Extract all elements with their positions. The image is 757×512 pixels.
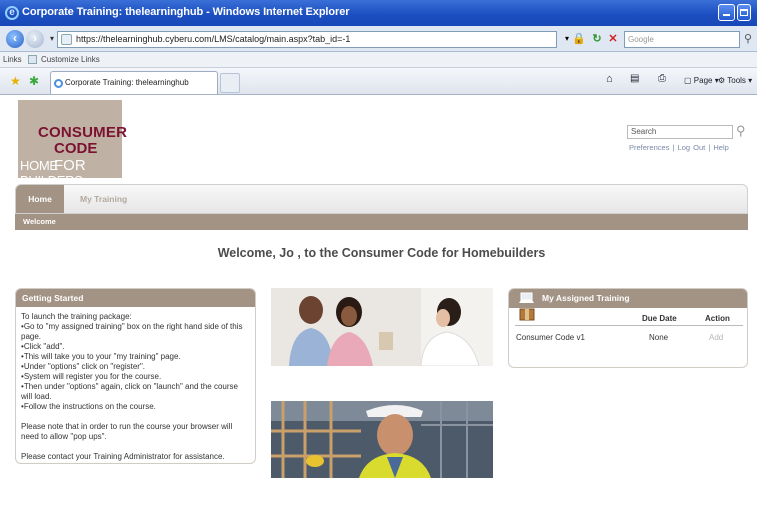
site-search-input[interactable]: Search: [627, 125, 733, 139]
utility-links: Preferences | Log Out | Help: [629, 143, 729, 152]
forward-button[interactable]: ›: [26, 30, 44, 48]
gs-step: System will register you for the course.: [21, 372, 251, 382]
gs-intro: To launch the training package:: [21, 312, 132, 321]
tabs-bar: ★ ✱ Corporate Training: thelearninghub ⌂…: [0, 68, 757, 95]
consumer-code-logo[interactable]: CONSUMER CODE FOR HOME BUILDERS: [18, 100, 127, 188]
table-divider: [515, 325, 743, 326]
assigned-training-title: My Assigned Training: [542, 293, 630, 303]
people-photo: [271, 288, 493, 366]
links-label: Links: [3, 55, 22, 64]
package-icon: [519, 308, 535, 321]
assigned-training-panel: My Assigned Training Due Date Action Con…: [508, 288, 748, 368]
ie-logo-icon: e: [5, 6, 19, 20]
customize-links[interactable]: Customize Links: [41, 52, 100, 67]
window-titlebar: e Corporate Training: thelearninghub - W…: [0, 0, 757, 26]
col-due-date: Due Date: [642, 314, 677, 323]
favorites-star-icon[interactable]: ★: [10, 74, 21, 88]
preferences-link[interactable]: Preferences: [629, 143, 669, 152]
laptop-icon: [519, 292, 534, 303]
site-search-icon[interactable]: ⚲: [736, 123, 746, 139]
new-tab-button[interactable]: [220, 73, 240, 93]
gs-step: This will take you to your "my training"…: [21, 352, 251, 362]
page-menu[interactable]: ▢ Page ▾: [684, 76, 719, 85]
gs-step: Under "options" click on "register".: [21, 362, 251, 372]
links-bar: Links Customize Links: [0, 52, 757, 68]
url-input[interactable]: https://thelearninghub.cyberu.com/LMS/ca…: [57, 31, 557, 48]
add-favorite-icon[interactable]: ✱: [29, 74, 39, 88]
browser-tab[interactable]: Corporate Training: thelearninghub: [50, 71, 218, 94]
tab-home[interactable]: Home: [16, 185, 64, 213]
builder-photo: [271, 401, 493, 478]
minimize-button[interactable]: [718, 4, 735, 21]
main-nav: Home My Training: [15, 184, 748, 214]
welcome-heading: Welcome, Jo , to the Consumer Code for H…: [217, 246, 546, 260]
getting-started-body: To launch the training package: Go to "m…: [16, 307, 255, 462]
add-course-button[interactable]: Add: [709, 333, 723, 342]
feeds-icon[interactable]: ▤: [630, 73, 639, 84]
browser-search-icon[interactable]: ⚲: [744, 32, 752, 45]
course-due: None: [649, 333, 669, 342]
refresh-icon[interactable]: ↻: [590, 32, 604, 46]
page-icon: [61, 34, 72, 45]
print-icon[interactable]: ⎙: [658, 73, 666, 84]
help-link[interactable]: Help: [713, 143, 728, 152]
gs-step: Follow the instructions on the course.: [21, 402, 251, 412]
stop-icon[interactable]: ✕: [606, 32, 620, 46]
browser-search-input[interactable]: Google: [624, 31, 740, 48]
getting-started-panel: Getting Started To launch the training p…: [15, 288, 256, 464]
course-name: Consumer Code v1: [516, 333, 585, 342]
lock-icon[interactable]: 🔒: [572, 32, 586, 46]
assigned-training-header: My Assigned Training: [509, 289, 747, 308]
gs-step: Then under "options" again, click on "la…: [21, 382, 251, 402]
url-text: https://thelearninghub.cyberu.com/LMS/ca…: [76, 34, 351, 44]
browser-tab-label: Corporate Training: thelearninghub: [65, 78, 189, 87]
gs-step: Click "add".: [21, 342, 251, 352]
gs-contact: Please contact your Training Administrat…: [21, 452, 225, 461]
tab-my-training[interactable]: My Training: [80, 185, 127, 213]
logo-line1: CONSUMER: [38, 124, 128, 141]
maximize-button[interactable]: [737, 4, 751, 21]
gs-step: Go to "my assigned training" box on the …: [21, 322, 251, 342]
link-page-icon: [28, 55, 37, 64]
tab-ie-icon: [54, 79, 63, 88]
back-button[interactable]: ‹: [6, 30, 24, 48]
home-icon[interactable]: ⌂: [606, 73, 613, 85]
address-bar: ‹ › ▾ https://thelearninghub.cyberu.com/…: [0, 26, 757, 52]
gs-note: Please note that in order to run the cou…: [21, 422, 233, 441]
page-content: CONSUMER CODE FOR HOME BUILDERS Search ⚲…: [0, 96, 757, 512]
gs-steps: Go to "my assigned training" box on the …: [21, 322, 251, 412]
logout-link[interactable]: Log Out: [678, 143, 706, 152]
getting-started-title: Getting Started: [16, 289, 255, 307]
col-action: Action: [705, 314, 730, 323]
window-title: Corporate Training: thelearninghub - Win…: [22, 6, 350, 18]
section-bar: Welcome: [15, 214, 748, 230]
tools-menu[interactable]: ⚙ Tools ▾: [718, 76, 752, 85]
